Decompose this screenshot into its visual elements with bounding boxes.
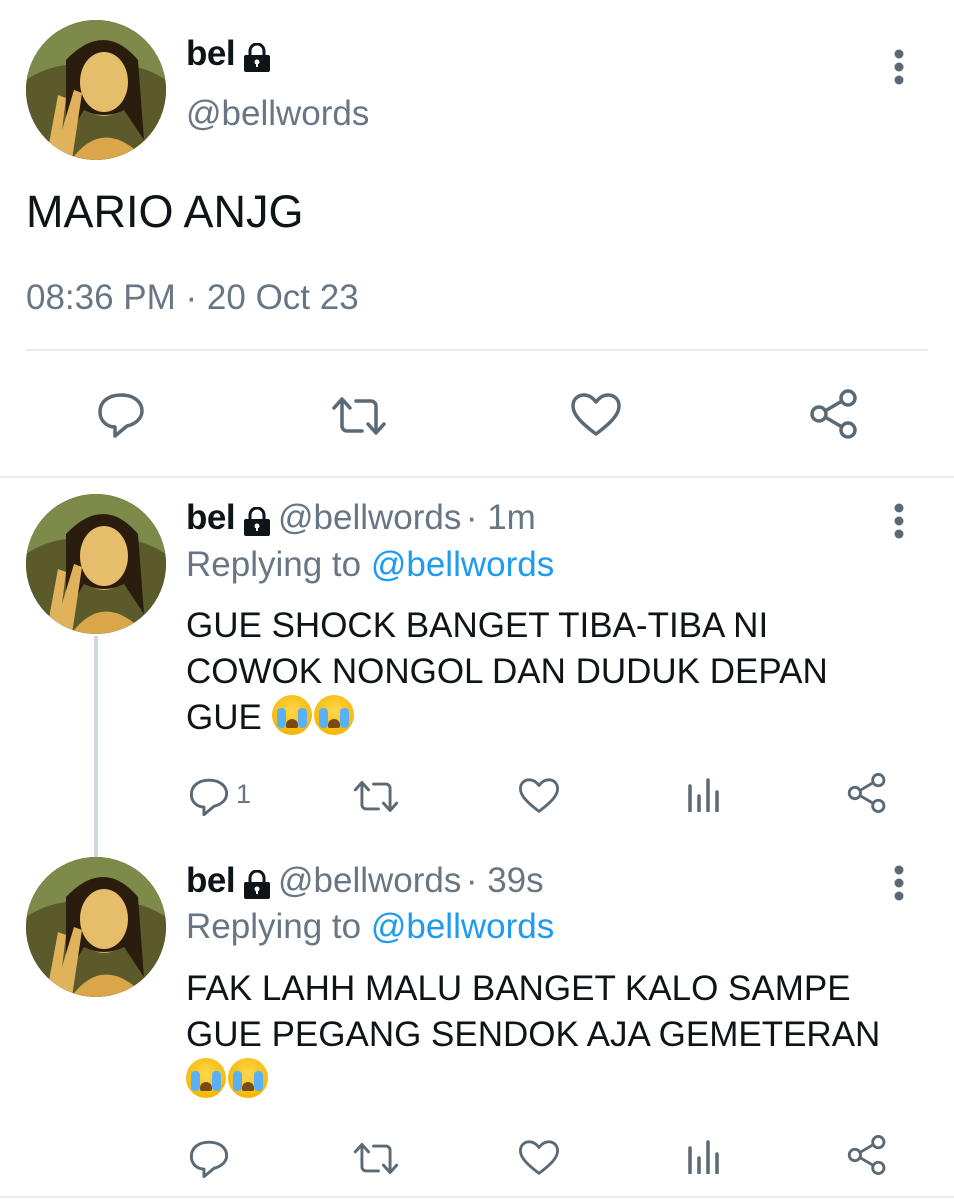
loudly-crying-face-emoji <box>228 1058 268 1098</box>
tweet-text-line <box>186 1058 926 1104</box>
tweet-text: GUE SHOCK BANGET TIBA-TIBA NI COWOK NONG… <box>186 603 906 741</box>
avatar[interactable] <box>26 494 166 634</box>
replying-to-line: Replying to @bellwords <box>186 545 554 585</box>
more-options-icon[interactable] <box>892 864 906 904</box>
author-handle[interactable]: @bellwords <box>278 861 461 900</box>
reply-icon[interactable] <box>188 776 230 818</box>
like-icon[interactable] <box>570 392 622 438</box>
tweet-text: FAK LAHH MALU BANGET KALO SAMPE GUE PEGA… <box>186 966 926 1104</box>
retweet-icon[interactable] <box>352 1140 400 1177</box>
reply-count: 1 <box>236 779 252 809</box>
avatar[interactable] <box>26 857 166 997</box>
avatar[interactable] <box>26 20 166 160</box>
share-icon[interactable] <box>808 388 860 440</box>
replying-to-handle[interactable]: @bellwords <box>371 907 554 946</box>
display-name[interactable]: bel <box>186 498 236 537</box>
author-handle[interactable]: @bellwords <box>278 498 461 537</box>
more-options-icon[interactable] <box>892 502 906 542</box>
author-name-row: bel <box>186 34 274 74</box>
post-age: · 1m <box>465 498 536 537</box>
author-handle[interactable]: @bellwords <box>186 94 369 134</box>
lock-icon <box>240 869 274 905</box>
retweet-icon[interactable] <box>352 778 400 815</box>
like-icon[interactable] <box>518 777 560 815</box>
share-icon[interactable] <box>846 1134 888 1176</box>
tweet-text-line: GUE PEGANG SENDOK AJA GEMETERAN <box>186 1015 881 1054</box>
divider <box>0 476 954 478</box>
thread-line <box>94 636 98 858</box>
tweet-text-line: GUE <box>186 695 906 741</box>
like-icon[interactable] <box>518 1139 560 1177</box>
display-name[interactable]: bel <box>186 34 236 73</box>
tweet-text-line: COWOK NONGOL DAN DUDUK DEPAN <box>186 652 828 691</box>
reply-icon[interactable] <box>96 390 146 440</box>
tweet-text-fragment: GUE <box>186 698 262 737</box>
tweet-text-line: FAK LAHH MALU BANGET KALO SAMPE <box>186 969 851 1008</box>
timestamp: 08:36 PM · 20 Oct 23 <box>26 278 359 317</box>
retweet-icon[interactable] <box>330 394 388 438</box>
views-icon[interactable] <box>686 1140 720 1174</box>
loudly-crying-face-emoji <box>271 695 312 735</box>
loudly-crying-face-emoji <box>313 695 354 735</box>
divider <box>0 1196 954 1198</box>
divider <box>26 349 928 351</box>
replying-to-label: Replying to <box>186 545 362 584</box>
tweet-text: MARIO ANJG <box>26 186 304 237</box>
reply-header: bel @bellwords · 1m <box>186 498 536 542</box>
replying-to-label: Replying to <box>186 907 362 946</box>
post-age: · 39s <box>465 861 544 900</box>
replying-to-line: Replying to @bellwords <box>186 907 554 947</box>
share-icon[interactable] <box>846 772 888 814</box>
loudly-crying-face-emoji <box>186 1058 226 1098</box>
more-options-icon[interactable] <box>892 48 906 88</box>
views-icon[interactable] <box>686 778 720 812</box>
lock-icon <box>240 42 274 78</box>
reply-header: bel @bellwords · 39s <box>186 861 544 905</box>
reply-icon[interactable] <box>188 1138 230 1180</box>
replying-to-handle[interactable]: @bellwords <box>371 545 554 584</box>
tweet-text-line: GUE SHOCK BANGET TIBA-TIBA NI <box>186 606 769 645</box>
display-name[interactable]: bel <box>186 861 236 900</box>
lock-icon <box>240 506 274 542</box>
